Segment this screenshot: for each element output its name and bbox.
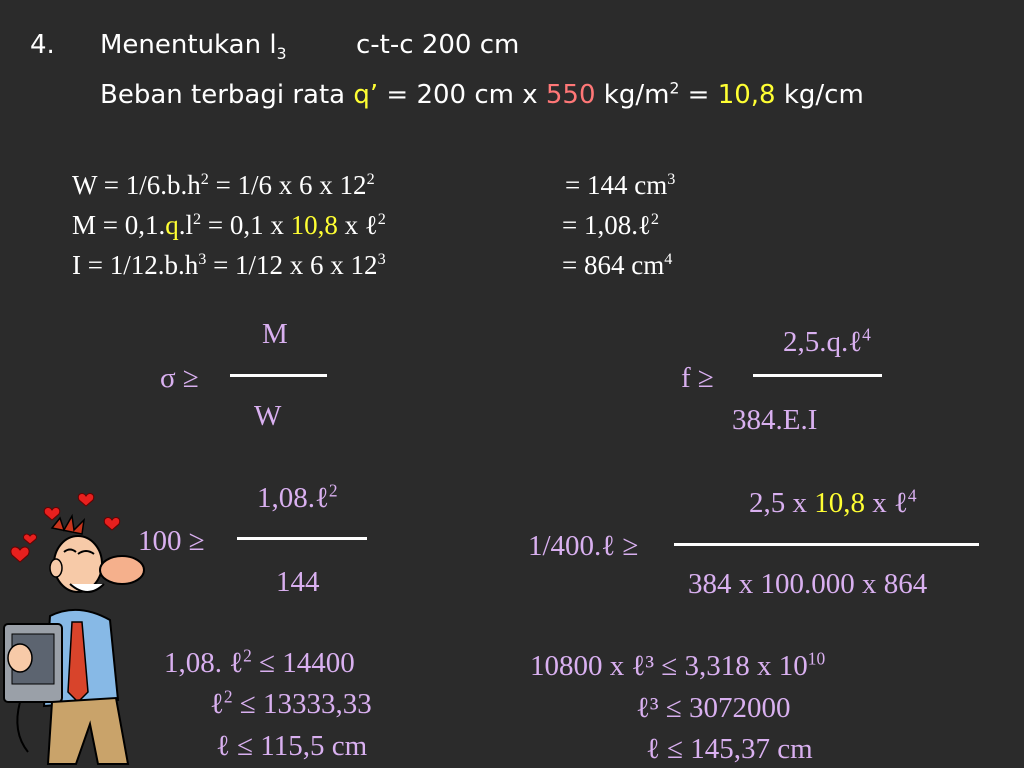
sigma-fraction-bar [230,374,327,377]
left-num-sup: 2 [328,480,338,501]
formula-m-result: = 1,08.ℓ2 [562,210,659,241]
f-num: 2,5.q.ℓ [783,326,863,358]
right-r1: 10800 x ℓ³ ≤ 3,318 x 10 [530,650,808,682]
left-result-1: 1,08. ℓ2 ≤ 14400 [164,647,355,680]
sigma-denominator: W [254,400,282,432]
right-result-3: ℓ ≤ 145,37 cm [646,733,813,765]
left-r1: 1,08. ℓ [164,647,244,679]
formula-i-result: = 864 cm4 [562,250,672,281]
left-r2-b: ≤ 13333,33 [232,688,372,720]
right-r1-sup: 10 [807,648,826,669]
load-label: Beban terbagi rata [100,80,354,110]
w-mid: = 1/6 x 6 x 12 [208,170,367,200]
left-r2: ℓ [210,688,224,720]
right-fraction-bar [674,543,979,546]
i-res: = 864 cm [562,250,665,280]
m-l: .l [178,210,193,240]
m-q: q [165,210,179,240]
sigma-lhs: σ ≥ [160,362,199,394]
right-lhs: 1/400.ℓ ≥ [528,530,639,562]
w-res: = 144 cm [565,170,668,200]
formula-i: I = 1/12.b.h3 = 1/12 x 6 x 123 [72,250,386,281]
step-number: 4. [30,30,55,60]
right-result-2: ℓ³ ≤ 3072000 [636,692,791,724]
right-denominator: 384 x 100.000 x 864 [688,568,928,600]
i-res-sup: 4 [664,250,673,268]
left-r1-sup: 2 [243,645,252,666]
i-mid: = 1/12 x 6 x 12 [206,250,378,280]
load-unit: kg/m [595,80,670,110]
heading-sub: 3 [276,45,287,64]
right-result-1: 10800 x ℓ³ ≤ 3,318 x 1010 [530,650,825,683]
cartoon-man-with-computer-illustration [3,492,145,765]
left-num: 1,08.ℓ [257,482,329,514]
m-lhs: M = 0,1. [72,210,166,240]
load-eq2: = [679,80,718,110]
m-sup2: 2 [377,210,386,228]
m-res: = 1,08.ℓ [562,210,651,240]
w-res-sup: 3 [667,170,676,188]
f-lhs: f ≥ [681,362,714,394]
load-unit-sup: 2 [669,79,680,98]
heading-tail: c-t-c 200 cm [356,30,520,60]
i-sup2: 3 [377,250,386,268]
w-lhs: W = 1/6.b.h [72,170,201,200]
w-sup2: 2 [366,170,375,188]
heading-text: Menentukan l [100,30,277,60]
right-num-val: 10,8 [814,487,865,519]
f-num-sup: 4 [862,324,871,345]
f-numerator: 2,5.q.ℓ4 [783,326,871,359]
load-unit2: kg/cm [775,80,864,110]
left-result-2: ℓ2 ≤ 13333,33 [210,688,372,721]
heading-line-1: Menentukan l3 [100,30,287,64]
i-lhs: I = 1/12.b.h [72,250,199,280]
left-denominator: 144 [276,566,320,598]
q-symbol: q’ [353,80,379,110]
formula-m: M = 0,1.q.l2 = 0,1 x 10,8 x ℓ2 [72,210,386,241]
m-mid2: x ℓ [337,210,378,240]
load-eq: = 200 cm x [378,80,546,110]
left-result-3: ℓ ≤ 115,5 cm [216,730,368,762]
left-r1-b: ≤ 14400 [251,647,355,679]
formula-w-result: = 144 cm3 [565,170,675,201]
right-num-b: x ℓ [865,487,908,519]
right-numerator: 2,5 x 10,8 x ℓ4 [749,487,917,520]
formula-w: W = 1/6.b.h2 = 1/6 x 6 x 122 [72,170,375,201]
m-val: 10,8 [290,210,338,240]
right-num-a: 2,5 x [749,487,815,519]
right-num-sup: 4 [907,485,917,506]
left-fraction-bar [237,537,367,540]
left-numerator: 1,08.ℓ2 [257,482,338,515]
m-mid: = 0,1 x [201,210,291,240]
m-sup: 2 [193,210,202,228]
load-550: 550 [545,80,596,110]
load-value: 10,8 [717,80,776,110]
sigma-numerator: M [262,318,288,350]
heading-line-2: Beban terbagi rata q’ = 200 cm x 550 kg/… [100,80,864,110]
m-res-sup: 2 [650,210,660,228]
f-fraction-bar [753,374,882,377]
f-denominator: 384.E.I [732,404,818,436]
left-r2-sup: 2 [223,686,233,707]
w-sup: 2 [200,170,209,188]
